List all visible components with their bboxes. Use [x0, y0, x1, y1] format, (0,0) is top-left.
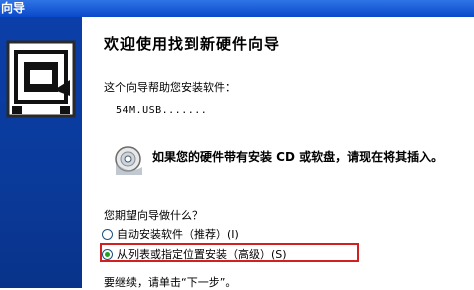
title-bar: 向导 [0, 0, 474, 17]
wizard-heading: 欢迎使用找到新硬件向导 [104, 35, 281, 53]
window-title: 向导 [1, 1, 26, 15]
radio-icon[interactable] [102, 248, 113, 260]
cd-icon [115, 146, 142, 175]
wizard-content: 欢迎使用找到新硬件向导 这个向导帮助您安装软件： 54M.USB....... … [82, 17, 474, 289]
device-name: 54M.USB....... [116, 105, 208, 116]
option-advanced-install-label[interactable]: 从列表或指定位置安装（高级）(S) [117, 246, 287, 262]
intro-text: 这个向导帮助您安装软件： [104, 81, 236, 94]
option-advanced-install[interactable]: 从列表或指定位置安装（高级）(S) [102, 246, 287, 262]
hardware-wizard-icon [6, 40, 76, 118]
wizard-question: 您期望向导做什么？ [104, 209, 203, 222]
option-auto-install[interactable]: 自动安装软件（推荐）(I) [102, 226, 239, 242]
wizard-sidebar [0, 17, 82, 288]
option-auto-install-label[interactable]: 自动安装软件（推荐）(I) [117, 226, 239, 242]
radio-icon[interactable] [102, 228, 113, 240]
cd-prompt: 如果您的硬件带有安装 CD 或软盘，请现在将其插入。 [152, 150, 444, 164]
